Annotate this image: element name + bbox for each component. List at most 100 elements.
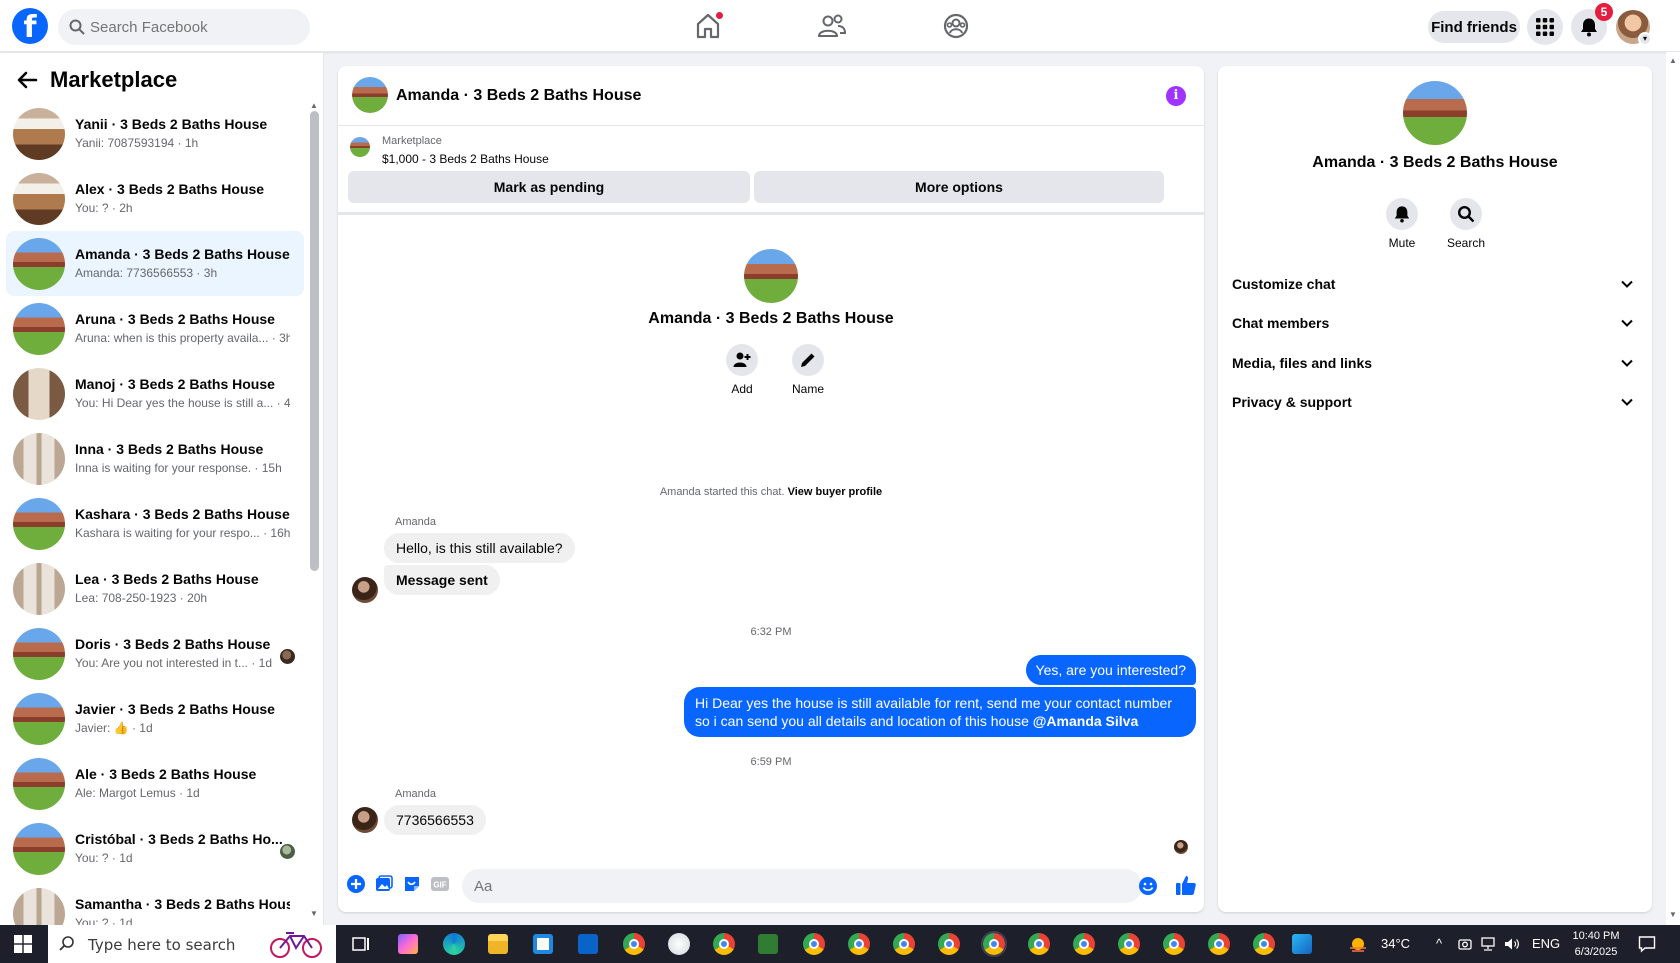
chrome-icon[interactable] bbox=[893, 933, 915, 955]
task-view-icon[interactable] bbox=[352, 935, 370, 953]
page-scrollbar[interactable]: ▲ ▼ bbox=[1666, 52, 1680, 925]
conversation-item[interactable]: Ale · 3 Beds 2 Baths House Ale: Margot Le… bbox=[6, 751, 304, 816]
volume-icon[interactable] bbox=[1504, 937, 1520, 951]
conversation-item[interactable]: Doris · 3 Beds 2 Baths House You: Are you… bbox=[6, 621, 304, 686]
outlook-icon[interactable] bbox=[578, 934, 598, 954]
conversation-name: Yanii · 3 Beds 2 Baths House bbox=[75, 116, 268, 132]
system-clock[interactable]: 10:40 PM 6/3/2025 bbox=[1566, 928, 1626, 960]
conversation-item[interactable]: Lea · 3 Beds 2 Baths House Lea: 708-250-1… bbox=[6, 556, 304, 621]
listing-thumbnail[interactable] bbox=[350, 137, 370, 157]
info-icon[interactable]: i bbox=[1166, 86, 1186, 106]
gif-icon[interactable]: GIF bbox=[430, 874, 450, 894]
chat-info-avatar[interactable] bbox=[1403, 81, 1467, 145]
conversation-item[interactable]: Inna · 3 Beds 2 Baths House Inna is waiti… bbox=[6, 426, 304, 491]
conversation-item[interactable]: Alex · 3 Beds 2 Baths House You: ? · 2h bbox=[6, 166, 304, 231]
sender-avatar[interactable] bbox=[352, 807, 378, 833]
find-friends-button[interactable]: Find friends bbox=[1428, 11, 1520, 43]
chrome-icon[interactable] bbox=[803, 933, 825, 955]
file-explorer-icon[interactable] bbox=[488, 934, 508, 954]
app-icon[interactable] bbox=[1292, 934, 1312, 954]
chrome-icon[interactable] bbox=[1073, 933, 1095, 955]
back-arrow-icon[interactable] bbox=[16, 69, 38, 91]
taskbar-search-box[interactable]: Type here to search bbox=[48, 925, 336, 963]
conversation-item[interactable]: Manoj · 3 Beds 2 Baths House You: Hi Dear… bbox=[6, 361, 304, 426]
conversation-list-scrollbar[interactable] bbox=[310, 111, 319, 571]
microsoft-store-icon[interactable] bbox=[533, 934, 553, 954]
chrome-icon[interactable] bbox=[848, 933, 870, 955]
outgoing-message[interactable]: Yes, are you interested? bbox=[1025, 655, 1196, 685]
conversation-item[interactable]: Cristóbal · 3 Beds 2 Baths Ho... You: ? ·… bbox=[6, 816, 304, 881]
edit-name-button[interactable]: Name bbox=[778, 344, 838, 396]
view-buyer-profile-link[interactable]: View buyer profile bbox=[788, 486, 883, 498]
chrome-icon[interactable] bbox=[1028, 933, 1050, 955]
scroll-up-arrow[interactable]: ▲ bbox=[310, 101, 318, 110]
chat-members-section[interactable]: Chat members bbox=[1232, 305, 1640, 341]
chat-avatar[interactable] bbox=[352, 77, 388, 113]
chrome-icon[interactable] bbox=[1163, 933, 1185, 955]
intro-avatar[interactable] bbox=[744, 249, 798, 303]
add-people-button[interactable]: Add bbox=[712, 344, 772, 396]
message-input[interactable] bbox=[462, 869, 1142, 903]
mute-button[interactable]: Mute bbox=[1372, 198, 1432, 250]
search-in-chat-button[interactable]: Search bbox=[1436, 198, 1496, 250]
network-icon[interactable] bbox=[1480, 937, 1496, 951]
conversation-item[interactable]: Aruna · 3 Beds 2 Baths House Aruna: when … bbox=[6, 296, 304, 361]
sender-avatar[interactable] bbox=[352, 577, 378, 603]
app-icon[interactable] bbox=[668, 933, 690, 955]
photo-icon[interactable] bbox=[374, 874, 394, 894]
facebook-search-box[interactable] bbox=[58, 9, 310, 45]
mention-link[interactable]: @Amanda Silva bbox=[1033, 713, 1138, 729]
marketplace-conversations-panel: Marketplace Yanii · 3 Beds 2 Baths House… bbox=[0, 53, 324, 940]
scroll-up-arrow[interactable]: ▲ bbox=[1669, 56, 1677, 65]
conversation-item[interactable]: Javier · 3 Beds 2 Baths House Javier: 👍 ·… bbox=[6, 686, 304, 751]
conversation-avatar bbox=[13, 628, 65, 680]
thumbs-up-icon[interactable] bbox=[1174, 873, 1198, 897]
chrome-icon[interactable] bbox=[1253, 933, 1275, 955]
outgoing-message[interactable]: Hi Dear yes the house is still available… bbox=[684, 687, 1196, 737]
notification-center-icon[interactable] bbox=[1638, 935, 1656, 953]
conversation-preview: Lea: 708-250-1923 · 20h bbox=[75, 591, 208, 605]
copilot-icon[interactable] bbox=[398, 934, 418, 954]
conversation-item[interactable]: Amanda · 3 Beds 2 Baths House Amanda: 773… bbox=[6, 231, 304, 296]
privacy-support-section[interactable]: Privacy & support bbox=[1232, 384, 1640, 420]
conversation-name: Kashara · 3 Beds 2 Baths House bbox=[75, 506, 290, 522]
conversation-item[interactable]: Yanii · 3 Beds 2 Baths House Yanii: 70875… bbox=[6, 101, 304, 166]
windows-start-icon[interactable] bbox=[14, 935, 32, 953]
facebook-logo[interactable]: f bbox=[12, 8, 48, 44]
chevron-up-icon[interactable]: ^ bbox=[1436, 936, 1442, 951]
incoming-message[interactable]: 7736566553 bbox=[384, 805, 486, 835]
sender-name: Amanda bbox=[395, 788, 436, 800]
chrome-icon[interactable] bbox=[1118, 933, 1140, 955]
incoming-message[interactable]: Message sent bbox=[384, 565, 500, 595]
language-indicator[interactable]: ENG bbox=[1532, 936, 1560, 951]
more-options-button[interactable]: More options bbox=[754, 171, 1164, 203]
friends-icon[interactable] bbox=[816, 10, 848, 42]
search-input[interactable] bbox=[90, 9, 300, 45]
conversation-item[interactable]: Kashara · 3 Beds 2 Baths House Kashara is… bbox=[6, 491, 304, 556]
listing-description[interactable]: $1,000 - 3 Beds 2 Baths House bbox=[382, 152, 549, 166]
sticker-icon[interactable] bbox=[402, 874, 422, 894]
mute-label: Mute bbox=[1388, 236, 1416, 250]
groups-icon[interactable] bbox=[940, 10, 972, 42]
chrome-icon[interactable] bbox=[1208, 933, 1230, 955]
chevron-down-icon[interactable]: ▾ bbox=[1638, 32, 1652, 46]
scroll-down-arrow[interactable]: ▼ bbox=[310, 909, 318, 918]
weather-icon[interactable] bbox=[1348, 934, 1368, 954]
chrome-icon[interactable] bbox=[981, 931, 1007, 957]
customize-chat-section[interactable]: Customize chat bbox=[1232, 266, 1640, 302]
chrome-icon[interactable] bbox=[623, 933, 645, 955]
incoming-message[interactable]: Hello, is this still available? bbox=[384, 533, 575, 563]
scroll-down-arrow[interactable]: ▼ bbox=[1669, 910, 1677, 919]
message-timestamp: 6:59 PM bbox=[750, 756, 792, 768]
emoji-icon[interactable] bbox=[1138, 876, 1158, 896]
spreadsheet-icon[interactable] bbox=[758, 934, 778, 954]
media-files-links-section[interactable]: Media, files and links bbox=[1232, 345, 1640, 381]
chrome-icon[interactable] bbox=[938, 933, 960, 955]
camera-icon[interactable] bbox=[1458, 937, 1472, 951]
mark-as-pending-button[interactable]: Mark as pending bbox=[348, 171, 750, 203]
edge-browser-icon[interactable] bbox=[443, 933, 465, 955]
chrome-profile-icon[interactable] bbox=[713, 933, 735, 955]
chat-title[interactable]: Amanda · 3 Beds 2 Baths House bbox=[396, 87, 641, 105]
plus-circle-icon[interactable] bbox=[346, 874, 366, 894]
menu-button[interactable] bbox=[1527, 9, 1563, 45]
